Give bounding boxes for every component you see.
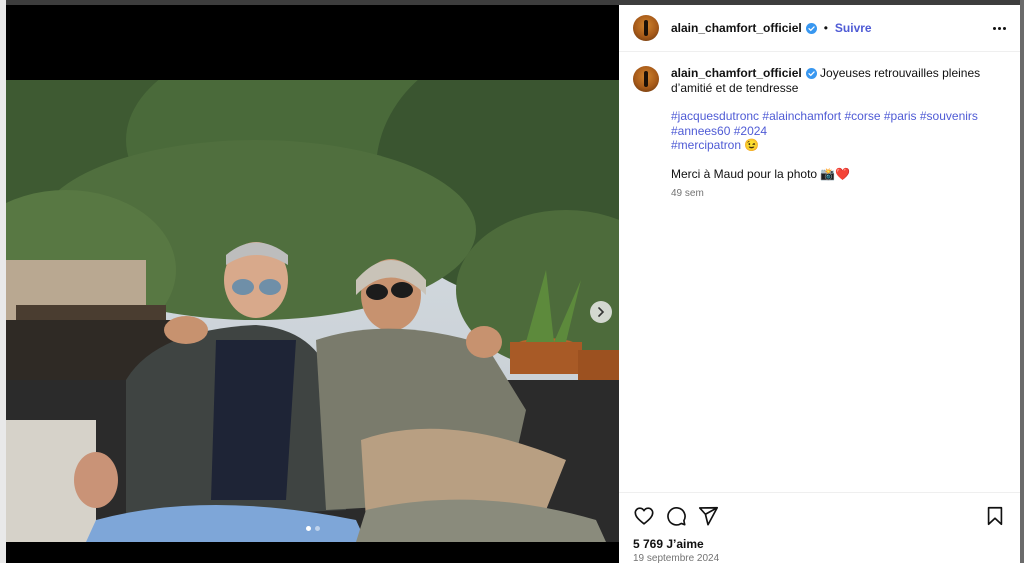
hashtag-link[interactable]: #paris — [884, 109, 917, 123]
post-media — [6, 5, 619, 563]
carousel-next-button[interactable] — [590, 301, 612, 323]
hashtags: #jacquesdutronc #alainchamfort #corse #p… — [671, 109, 991, 153]
share-icon[interactable] — [697, 505, 719, 527]
header-separator: • — [823, 21, 828, 35]
follow-button[interactable]: Suivre — [835, 21, 872, 35]
verified-badge-icon — [805, 68, 817, 80]
post-header: alain_chamfort_officiel • Suivre — [619, 5, 1020, 52]
hashtag-link[interactable]: #alainchamfort — [762, 109, 841, 123]
verified-badge-icon — [805, 22, 817, 34]
hashtag-link[interactable]: #jacquesdutronc — [671, 109, 759, 123]
caption-timestamp[interactable]: 49 sem — [671, 187, 991, 202]
background-page-right — [1020, 0, 1024, 563]
comment-icon[interactable] — [665, 505, 687, 527]
hashtag-link[interactable]: #2024 — [734, 124, 767, 138]
caption-avatar[interactable] — [633, 66, 659, 92]
header-username[interactable]: alain_chamfort_officiel — [671, 21, 802, 35]
heart-icon[interactable] — [633, 505, 655, 527]
carousel-dot — [315, 526, 320, 531]
thanks-text: Merci à Maud pour la photo 📸❤️ — [671, 166, 851, 181]
wink-emoji: 😉 — [744, 138, 760, 152]
hashtag-link[interactable]: #mercipatron — [671, 138, 741, 152]
caption-username[interactable]: alain_chamfort_officiel — [671, 66, 802, 80]
post-date: 19 septembre 2024 — [633, 553, 720, 563]
bookmark-icon[interactable] — [984, 505, 1006, 527]
post-details-panel: alain_chamfort_officiel • Suivre alain_c… — [619, 5, 1020, 563]
hashtag-link[interactable]: #souvenirs — [920, 109, 978, 123]
more-icon[interactable] — [993, 26, 1006, 30]
hashtag-link[interactable]: #corse — [844, 109, 880, 123]
carousel-dot — [306, 526, 311, 531]
caption-body: alain_chamfort_officiel Joyeuses retrouv… — [671, 66, 991, 202]
action-bar — [619, 492, 1020, 527]
post-photo — [6, 80, 619, 542]
chevron-right-icon — [598, 307, 605, 317]
like-count[interactable]: 5 769 J’aime — [633, 537, 704, 551]
caption: alain_chamfort_officiel Joyeuses retrouv… — [619, 52, 1020, 202]
avatar[interactable] — [633, 15, 659, 41]
hashtag-link[interactable]: #annees60 — [671, 124, 730, 138]
carousel-indicator — [306, 526, 320, 531]
